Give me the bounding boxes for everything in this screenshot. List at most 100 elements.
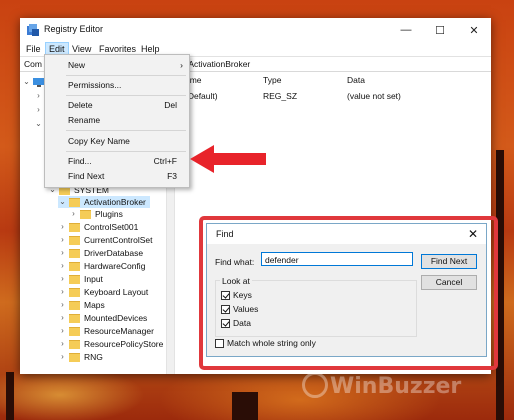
tree-item-label: Keyboard Layout bbox=[84, 287, 149, 297]
tree-item[interactable]: › ResourceManager bbox=[58, 325, 154, 337]
tree-item[interactable]: › Maps bbox=[58, 299, 105, 311]
chevron-right-icon[interactable]: › bbox=[58, 351, 67, 363]
menu-item-new[interactable]: New › bbox=[45, 58, 189, 72]
chevron-right-icon[interactable]: › bbox=[58, 247, 67, 259]
tree-item-label: Plugins bbox=[95, 209, 123, 219]
folder-icon bbox=[69, 326, 80, 336]
chevron-right-icon[interactable]: › bbox=[58, 312, 67, 324]
data-checkbox[interactable]: Data bbox=[221, 318, 251, 328]
checkbox-label: Keys bbox=[233, 290, 252, 300]
look-at-label: Look at bbox=[220, 276, 252, 286]
column-header-type[interactable]: Type bbox=[263, 75, 281, 85]
tree-item-label: ActivationBroker bbox=[84, 197, 146, 207]
find-dialog-title-bar[interactable]: Find ✕ bbox=[207, 224, 486, 244]
tree-item[interactable]: › RNG bbox=[58, 351, 103, 363]
tree-item[interactable]: › ResourcePolicyStore bbox=[58, 338, 163, 350]
menu-shortcut: F3 bbox=[167, 171, 177, 181]
tree-item-label: ResourceManager bbox=[84, 326, 154, 336]
chevron-right-icon[interactable]: › bbox=[34, 90, 43, 102]
menu-item-label: Copy Key Name bbox=[68, 136, 130, 146]
menu-separator bbox=[66, 75, 186, 76]
menu-item-permissions[interactable]: Permissions... bbox=[45, 78, 189, 92]
tree-item[interactable]: › ControlSet001 bbox=[58, 221, 138, 233]
find-what-input[interactable]: defender bbox=[261, 252, 413, 266]
chevron-right-icon[interactable]: › bbox=[58, 325, 67, 337]
checkbox-checked-icon[interactable] bbox=[221, 318, 230, 328]
annotation-arrow-icon bbox=[190, 145, 266, 173]
menu-item-find-next[interactable]: Find Next F3 bbox=[45, 169, 189, 183]
tree-item[interactable]: › Input bbox=[58, 273, 103, 285]
folder-icon bbox=[69, 287, 80, 297]
checkbox-checked-icon[interactable] bbox=[221, 304, 230, 314]
find-dialog: Find ✕ Find what: defender Find Next Can… bbox=[206, 223, 487, 357]
folder-icon bbox=[69, 261, 80, 271]
menu-item-copy-key-name[interactable]: Copy Key Name bbox=[45, 134, 189, 148]
minimize-button[interactable]: — bbox=[389, 18, 423, 42]
tree-item[interactable]: › MountedDevices bbox=[58, 312, 147, 324]
chevron-down-icon[interactable]: ⌄ bbox=[22, 76, 31, 88]
watermark: WinBuzzer bbox=[330, 374, 462, 399]
folder-icon bbox=[69, 248, 80, 258]
chevron-right-icon[interactable]: › bbox=[58, 338, 67, 350]
watermark-logo-icon bbox=[302, 372, 328, 398]
submenu-arrow-icon: › bbox=[180, 60, 183, 70]
tree-item-plugins[interactable]: › Plugins bbox=[69, 208, 123, 220]
tree-item-label: DriverDatabase bbox=[84, 248, 144, 258]
cancel-button[interactable]: Cancel bbox=[421, 275, 477, 290]
chevron-down-icon[interactable]: ⌄ bbox=[58, 196, 67, 208]
tree-item[interactable]: › Keyboard Layout bbox=[58, 286, 148, 298]
tree-item-label: RNG bbox=[84, 352, 103, 362]
chevron-right-icon[interactable]: › bbox=[58, 273, 67, 285]
title-bar[interactable]: Registry Editor — ☐ ✕ bbox=[20, 18, 491, 42]
menu-item-label: Find... bbox=[68, 156, 92, 166]
keys-checkbox[interactable]: Keys bbox=[221, 290, 252, 300]
checkbox-label: Values bbox=[233, 304, 259, 314]
address-path-end: \ActivationBroker bbox=[186, 59, 251, 69]
tree-item[interactable]: › DriverDatabase bbox=[58, 247, 143, 259]
menu-item-label: Find Next bbox=[68, 171, 105, 181]
tree-item-activationbroker[interactable]: ⌄ ActivationBroker bbox=[58, 196, 150, 208]
window-title: Registry Editor bbox=[44, 24, 104, 34]
background-silhouette bbox=[232, 392, 258, 420]
menu-item-label: Permissions... bbox=[68, 80, 122, 90]
checkbox-label: Data bbox=[233, 318, 251, 328]
tree-item-label: Input bbox=[84, 274, 103, 284]
menu-item-delete[interactable]: Delete Del bbox=[45, 98, 189, 112]
menu-item-rename[interactable]: Rename bbox=[45, 113, 189, 127]
values-checkbox[interactable]: Values bbox=[221, 304, 258, 314]
folder-icon bbox=[69, 313, 80, 323]
tree-item[interactable]: › CurrentControlSet bbox=[58, 234, 152, 246]
menu-file[interactable]: File bbox=[23, 43, 44, 55]
chevron-right-icon[interactable]: › bbox=[69, 208, 78, 220]
chevron-right-icon[interactable]: › bbox=[58, 260, 67, 272]
menu-item-find[interactable]: Find... Ctrl+F bbox=[45, 154, 189, 168]
menu-separator bbox=[66, 95, 186, 96]
tree-item[interactable]: › HardwareConfig bbox=[58, 260, 145, 272]
chevron-right-icon[interactable]: › bbox=[58, 234, 67, 246]
checkbox-unchecked-icon[interactable] bbox=[215, 338, 224, 348]
close-button[interactable]: ✕ bbox=[457, 18, 491, 42]
close-icon[interactable]: ✕ bbox=[468, 227, 478, 241]
background-pole bbox=[6, 372, 14, 420]
menu-shortcut: Ctrl+F bbox=[153, 156, 177, 166]
menu-separator bbox=[66, 151, 186, 152]
folder-icon bbox=[80, 209, 91, 219]
chevron-down-icon[interactable]: ⌄ bbox=[34, 118, 43, 130]
tree-item-label: ResourcePolicyStore bbox=[84, 339, 164, 349]
chevron-right-icon[interactable]: › bbox=[58, 299, 67, 311]
chevron-right-icon[interactable]: › bbox=[34, 104, 43, 116]
chevron-right-icon[interactable]: › bbox=[58, 286, 67, 298]
match-whole-string-checkbox[interactable]: Match whole string only bbox=[215, 338, 316, 348]
find-next-button[interactable]: Find Next bbox=[421, 254, 477, 269]
find-what-label: Find what: bbox=[215, 257, 255, 267]
tree-root[interactable]: ⌄ bbox=[22, 76, 45, 88]
checkbox-checked-icon[interactable] bbox=[221, 290, 230, 300]
menu-shortcut: Del bbox=[164, 100, 177, 110]
maximize-button[interactable]: ☐ bbox=[423, 18, 457, 42]
column-header-data[interactable]: Data bbox=[347, 75, 365, 85]
menu-item-label: Rename bbox=[68, 115, 101, 125]
folder-open-icon bbox=[69, 197, 80, 207]
folder-icon bbox=[69, 300, 80, 310]
find-dialog-title: Find bbox=[216, 229, 234, 239]
chevron-right-icon[interactable]: › bbox=[58, 221, 67, 233]
